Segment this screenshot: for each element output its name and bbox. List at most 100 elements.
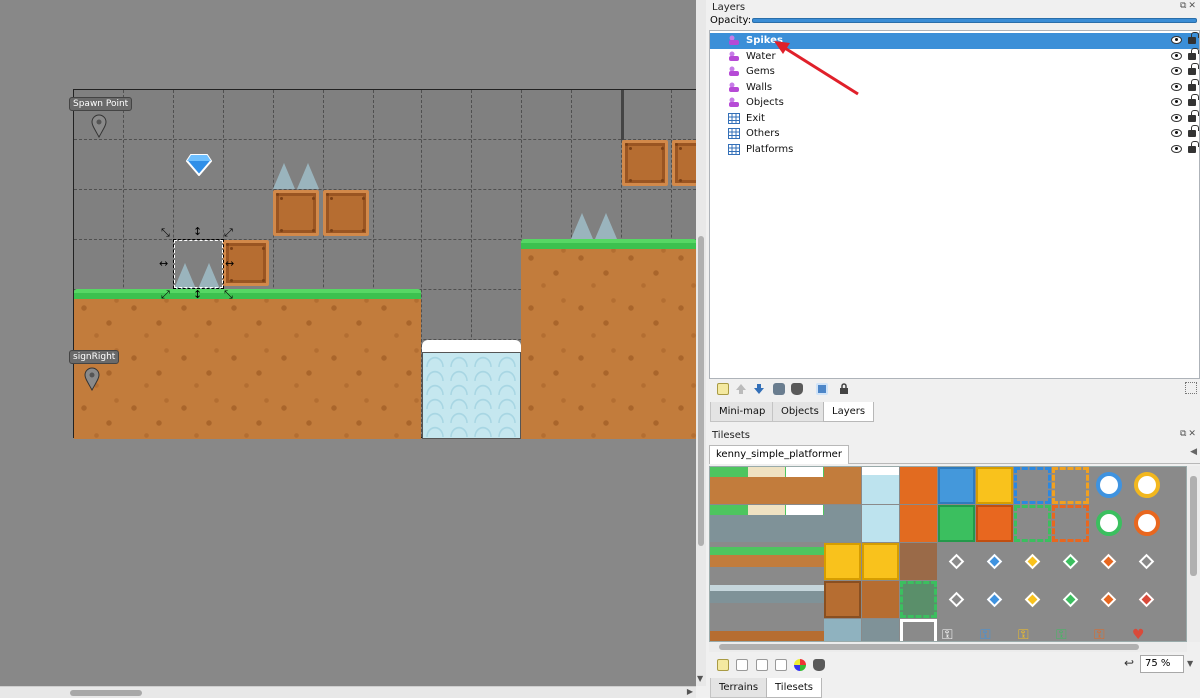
tileset-tab[interactable]: kenny_simple_platformer — [709, 445, 849, 464]
scroll-down-arrow-icon[interactable]: ▼ — [697, 674, 703, 683]
tile[interactable] — [1062, 553, 1079, 570]
map-horizontal-scrollbar[interactable]: ▶ — [0, 686, 696, 698]
spike[interactable] — [595, 213, 617, 239]
tile[interactable] — [1014, 467, 1051, 504]
tab-objects[interactable]: Objects — [772, 402, 828, 422]
new-layer-icon[interactable] — [717, 383, 729, 395]
tile[interactable] — [1014, 505, 1051, 542]
lock-icon[interactable] — [1188, 140, 1199, 153]
scrollbar-thumb[interactable] — [1190, 476, 1197, 576]
spike[interactable] — [273, 163, 295, 189]
resize-handle-nw[interactable]: ⤡ — [161, 227, 170, 238]
tab-layers[interactable]: Layers — [823, 402, 875, 422]
tile[interactable] — [748, 467, 785, 504]
tile[interactable] — [1134, 472, 1160, 498]
eye-icon[interactable] — [1171, 67, 1182, 75]
eye-icon[interactable] — [1171, 113, 1182, 122]
map-canvas[interactable]: ⤡ ↕ ⤢ ↔ ↔ ⤢ ↕ ⤡ Spawn Point signRight — [0, 0, 696, 686]
tile[interactable] — [1024, 553, 1041, 570]
tile[interactable] — [786, 505, 823, 542]
tile[interactable] — [938, 467, 975, 504]
opacity-slider[interactable] — [752, 18, 1197, 23]
eye-icon[interactable] — [1171, 36, 1182, 44]
lock-icon[interactable] — [1188, 47, 1199, 60]
spawn-point-pin-icon[interactable] — [91, 114, 107, 138]
tile[interactable] — [824, 467, 861, 504]
eye-icon[interactable] — [1171, 82, 1182, 91]
tile[interactable] — [862, 505, 899, 542]
sign-right-label[interactable]: signRight — [69, 350, 120, 364]
edit-tileset-icon[interactable] — [775, 659, 787, 671]
tile[interactable] — [862, 467, 899, 504]
tile[interactable] — [1100, 553, 1117, 570]
resize-handle-e[interactable]: ↔ — [225, 258, 234, 269]
resize-handle-sw[interactable]: ⤢ — [161, 289, 170, 300]
scrollbar-thumb[interactable] — [719, 644, 1139, 650]
dynamic-wrapping-icon[interactable] — [794, 659, 806, 671]
dock-float-close-icons[interactable]: ⧉✕ — [1180, 1, 1198, 11]
tile[interactable] — [986, 553, 1003, 570]
tile[interactable] — [748, 505, 785, 542]
tile[interactable] — [900, 505, 937, 542]
tile[interactable] — [710, 581, 824, 618]
tile[interactable] — [938, 505, 975, 542]
chevron-down-icon[interactable]: ▼ — [1187, 659, 1193, 668]
scrollbar-thumb[interactable] — [70, 690, 142, 696]
tile[interactable] — [948, 553, 965, 570]
key-tile-icon[interactable]: ⚿ — [1056, 627, 1067, 641]
lock-icon[interactable] — [1188, 109, 1199, 122]
tile-map[interactable]: ⤡ ↕ ⤢ ↔ ↔ ⤢ ↕ ⤡ — [73, 89, 696, 439]
scrollbar-thumb[interactable] — [698, 236, 704, 546]
zoom-reset-icon[interactable]: ↩ — [1124, 656, 1134, 670]
raise-layer-icon[interactable] — [735, 383, 747, 395]
tab-terrains[interactable]: Terrains — [710, 678, 768, 698]
tile[interactable] — [710, 543, 824, 580]
lock-icon[interactable] — [1188, 32, 1199, 44]
selection-rectangle[interactable] — [173, 239, 224, 289]
tileset-vertical-scrollbar[interactable] — [1187, 466, 1200, 642]
tile[interactable] — [900, 543, 937, 580]
layer-row-platforms[interactable]: Platforms — [710, 140, 1199, 158]
eye-icon[interactable] — [1171, 98, 1182, 106]
lock-icon[interactable] — [1188, 78, 1199, 91]
lock-icon[interactable] — [1188, 125, 1199, 137]
tile[interactable] — [1062, 591, 1079, 608]
tile[interactable] — [1138, 553, 1155, 570]
embed-tileset-icon[interactable] — [736, 659, 748, 671]
tile[interactable] — [862, 543, 899, 580]
resize-handle-w[interactable]: ↔ — [159, 258, 168, 269]
scroll-right-arrow-icon[interactable]: ▶ — [687, 687, 693, 696]
resize-handle-n[interactable]: ↕ — [193, 226, 202, 237]
tile[interactable] — [986, 591, 1003, 608]
tile[interactable] — [948, 591, 965, 608]
layer-row-others[interactable]: Others — [710, 125, 1199, 142]
tile[interactable] — [1134, 510, 1160, 536]
tab-scroll-icon[interactable]: ◀ — [1190, 447, 1197, 457]
layer-row-exit[interactable]: Exit — [710, 109, 1199, 127]
heart-tile-icon[interactable]: ♥ — [1132, 627, 1145, 641]
delete-layer-icon[interactable] — [791, 383, 803, 395]
tile[interactable] — [900, 581, 937, 618]
zoom-combo[interactable]: 75 % — [1140, 655, 1184, 673]
key-tile-icon[interactable]: ⚿ — [1018, 627, 1029, 641]
tile[interactable] — [976, 505, 1013, 542]
tile[interactable] — [900, 619, 937, 641]
export-tileset-icon[interactable] — [756, 659, 768, 671]
tileset-tiles-view[interactable]: ⚿ ⚿ ⚿ ⚿ ⚿ ♥ — [709, 466, 1187, 642]
tile[interactable] — [1096, 510, 1122, 536]
resize-handle-s[interactable]: ↕ — [193, 289, 202, 300]
tile[interactable] — [824, 619, 861, 641]
key-tile-icon[interactable]: ⚿ — [980, 627, 991, 641]
tab-mini-map[interactable]: Mini-map — [710, 402, 775, 422]
tile[interactable] — [710, 619, 824, 641]
tile[interactable] — [976, 467, 1013, 504]
tile[interactable] — [1100, 591, 1117, 608]
sign-right-pin-icon[interactable] — [84, 367, 100, 391]
duplicate-layer-icon[interactable] — [773, 383, 785, 395]
eye-icon[interactable] — [1171, 51, 1182, 60]
tile[interactable] — [786, 467, 823, 504]
resize-handle-ne[interactable]: ⤢ — [224, 227, 233, 238]
tile[interactable] — [824, 581, 861, 618]
tile[interactable] — [862, 619, 899, 641]
spawn-point-label[interactable]: Spawn Point — [69, 97, 133, 111]
